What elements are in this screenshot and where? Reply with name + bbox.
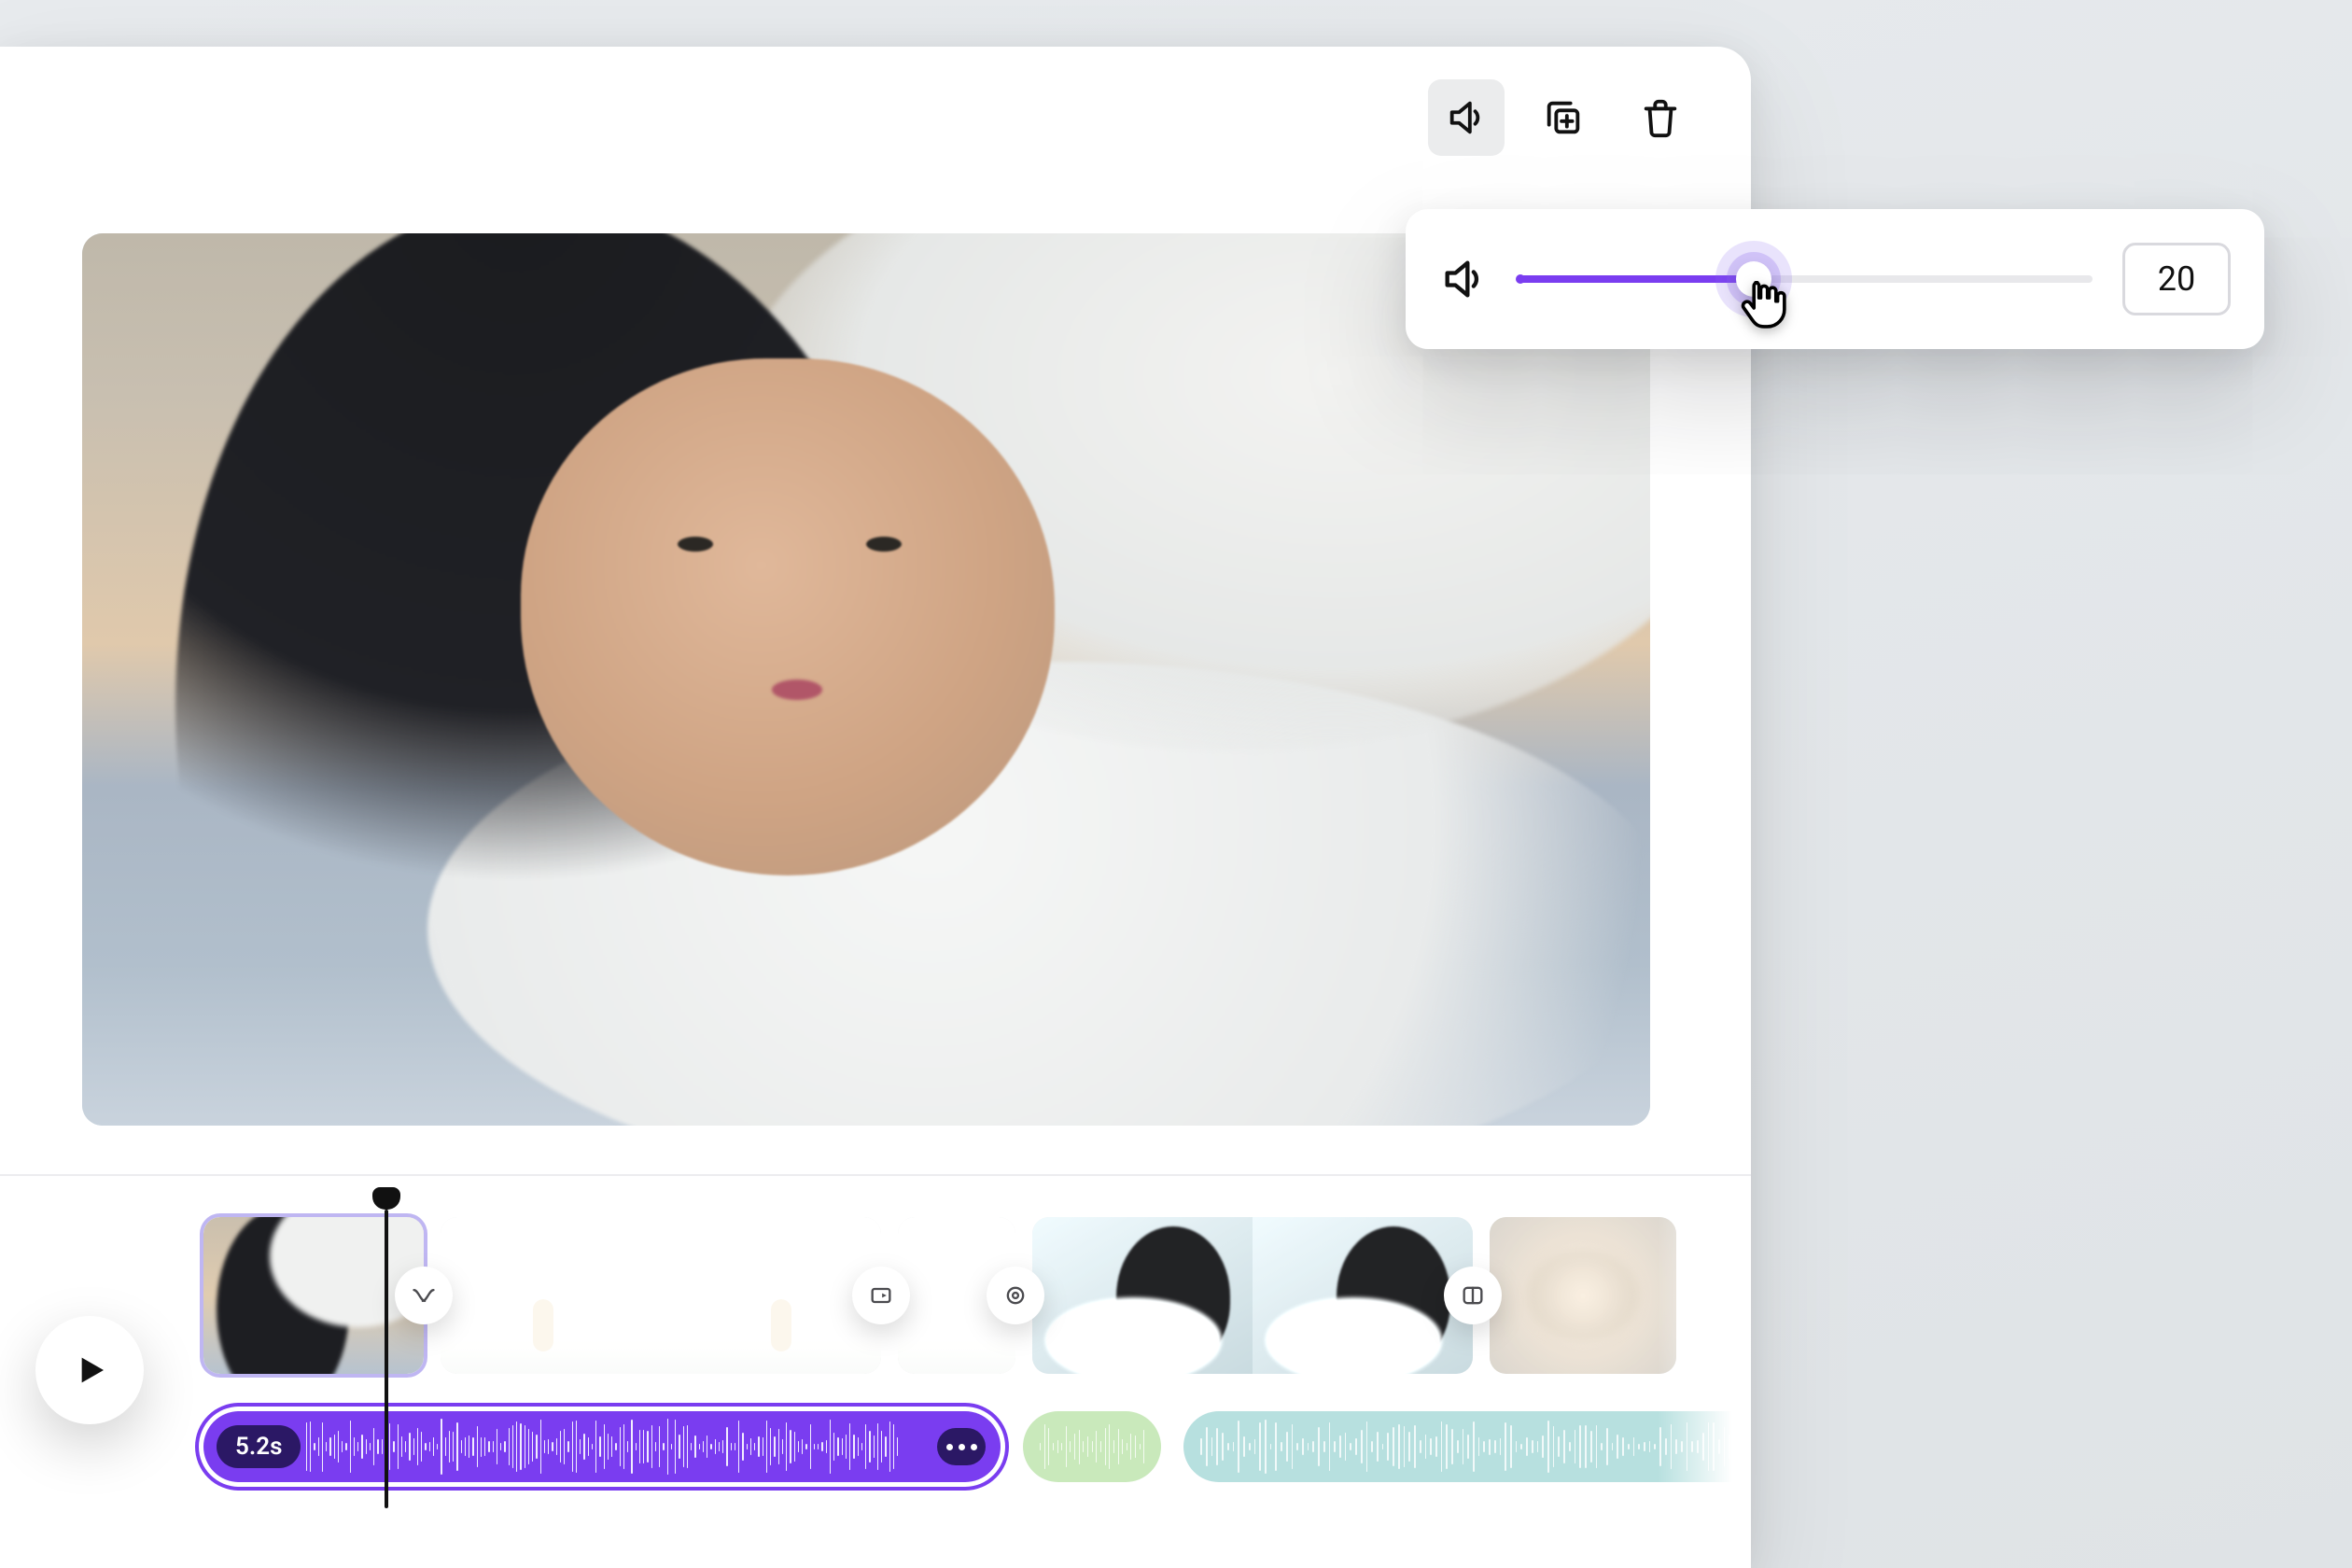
volume-button[interactable] xyxy=(1428,79,1505,156)
clip-toolbar xyxy=(1428,71,1699,164)
clip-3[interactable] xyxy=(898,1217,1015,1374)
waveform xyxy=(1183,1411,1751,1482)
audio-duration-badge: 5.2s xyxy=(217,1425,301,1468)
audio-track[interactable]: 5.2s xyxy=(203,1406,1751,1488)
duplicate-icon xyxy=(1542,96,1585,139)
timeline-panel: 5.2s xyxy=(0,1174,1751,1568)
clip-4[interactable] xyxy=(1032,1217,1473,1374)
circle-icon xyxy=(1002,1282,1029,1309)
play-icon xyxy=(71,1351,108,1389)
slide-icon xyxy=(868,1282,894,1309)
audio-clip-green[interactable] xyxy=(1023,1411,1161,1482)
play-button[interactable] xyxy=(35,1316,144,1424)
video-track[interactable] xyxy=(203,1217,1676,1374)
duplicate-button[interactable] xyxy=(1525,79,1602,156)
transition-circle[interactable] xyxy=(987,1267,1044,1324)
audio-more-button[interactable] xyxy=(937,1428,986,1465)
video-preview[interactable] xyxy=(82,233,1650,1126)
cursor-hand-icon xyxy=(1735,276,1789,330)
volume-value-input[interactable]: 20 xyxy=(2122,243,2231,315)
speaker-icon xyxy=(1439,255,1488,303)
transition-slide[interactable] xyxy=(852,1267,910,1324)
audio-clip-teal[interactable] xyxy=(1183,1411,1751,1482)
clip-2[interactable] xyxy=(441,1217,881,1374)
transition-split[interactable] xyxy=(1444,1267,1502,1324)
crossfade-icon xyxy=(411,1282,437,1309)
preview-frame xyxy=(82,233,1650,1126)
waveform xyxy=(203,1411,1001,1482)
volume-slider[interactable] xyxy=(1518,273,2093,285)
split-icon xyxy=(1460,1282,1486,1309)
waveform xyxy=(1023,1411,1161,1482)
speaker-icon xyxy=(1445,96,1488,139)
clip-1[interactable] xyxy=(203,1217,424,1374)
audio-clip-main[interactable]: 5.2s xyxy=(203,1411,1001,1482)
transition-crossfade[interactable] xyxy=(395,1267,453,1324)
volume-slider-fill xyxy=(1518,275,1754,283)
trash-icon xyxy=(1639,96,1682,139)
delete-button[interactable] xyxy=(1622,79,1699,156)
clip-6[interactable] xyxy=(1490,1217,1676,1374)
volume-popover: 20 xyxy=(1406,209,2264,349)
